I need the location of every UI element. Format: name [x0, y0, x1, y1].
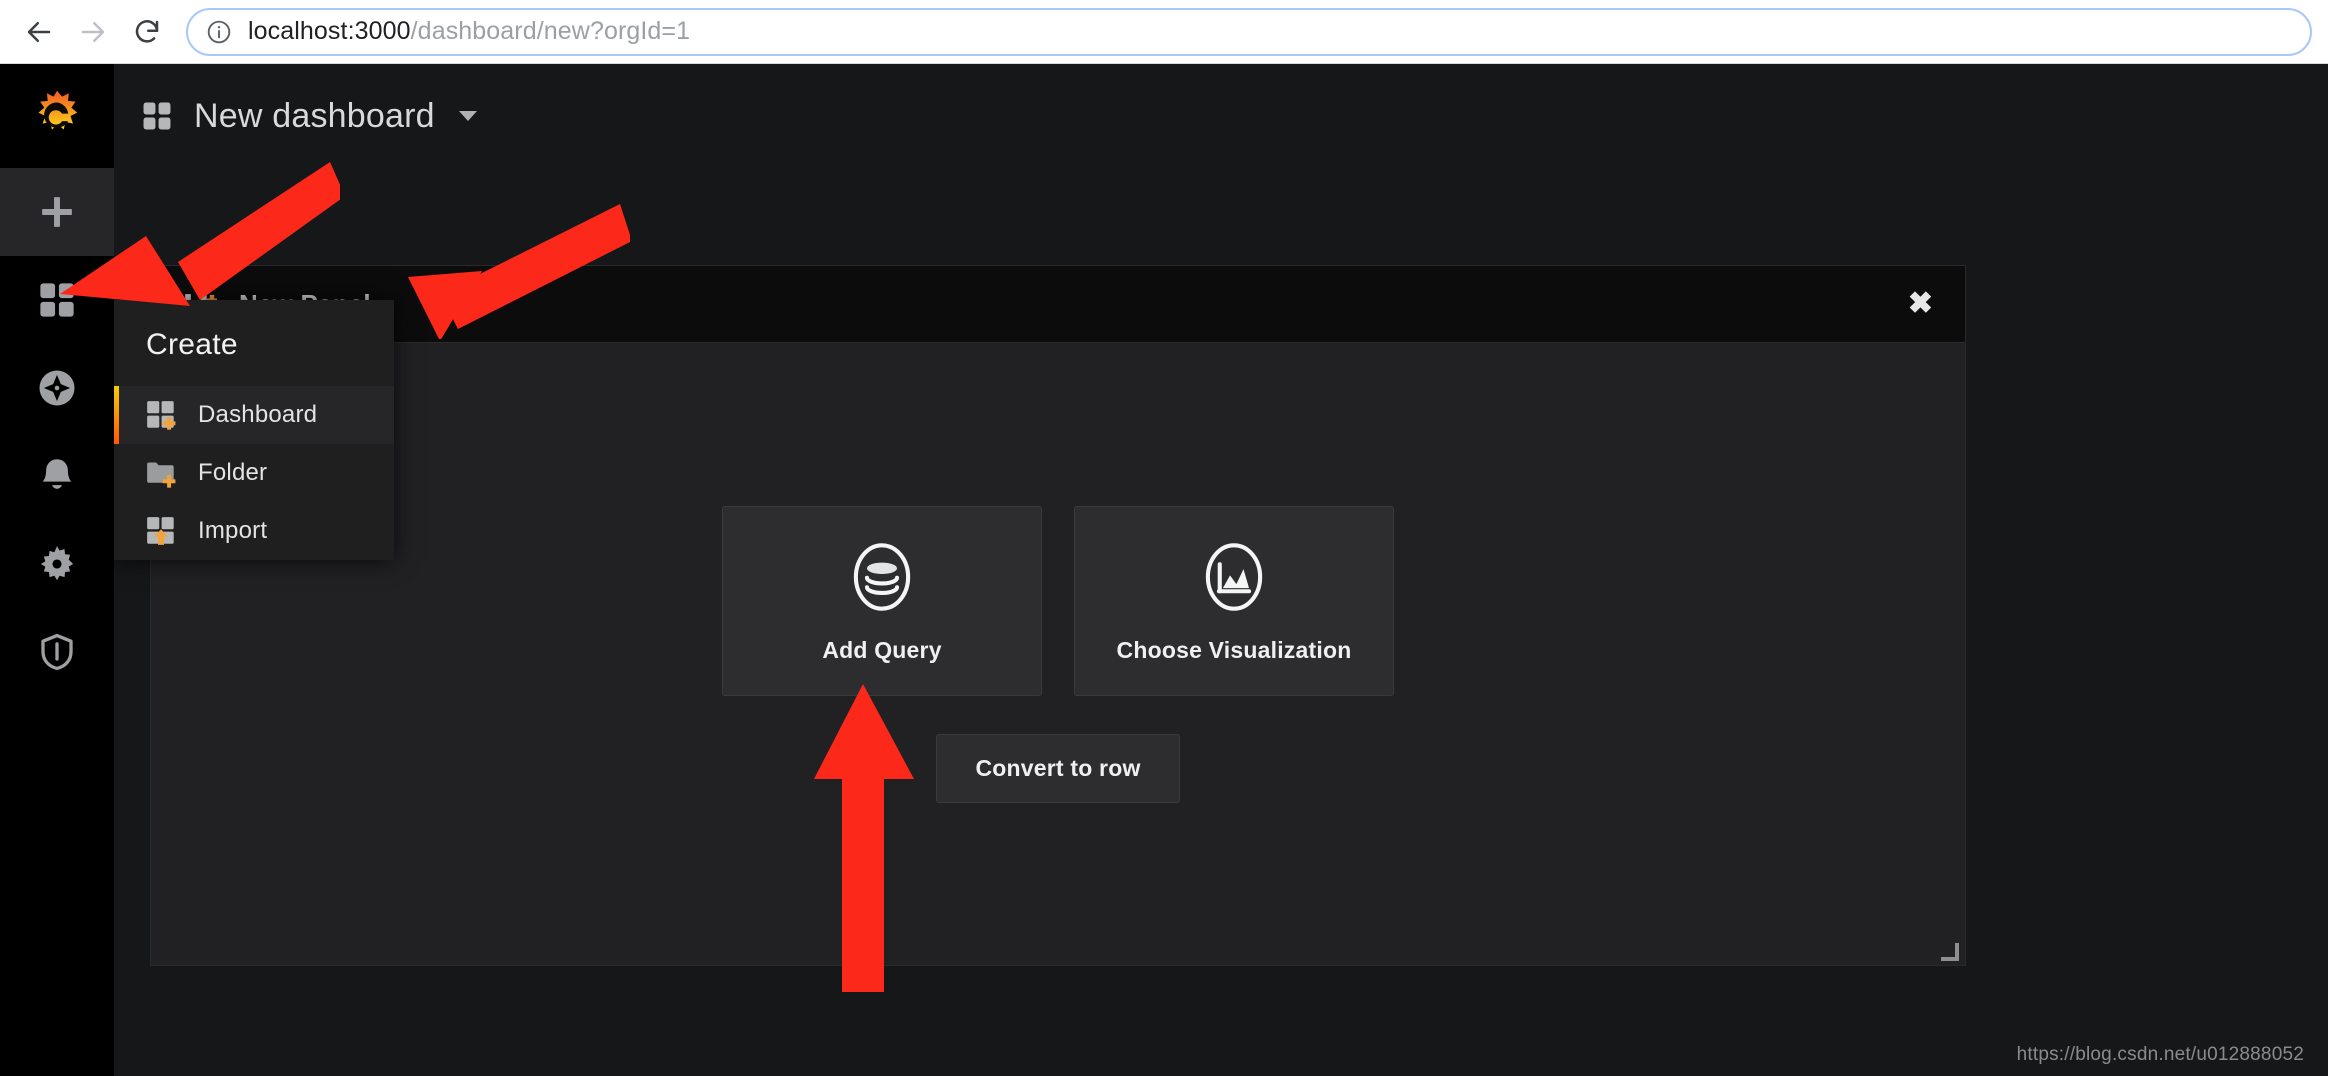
- create-menu-heading: Create: [146, 328, 238, 361]
- graph-picture-icon: [1196, 539, 1272, 615]
- gear-icon: [40, 546, 74, 581]
- folder-add-icon: [146, 458, 176, 488]
- choose-visualization-label: Choose Visualization: [1116, 636, 1352, 663]
- browser-forward-button[interactable]: [66, 5, 120, 59]
- plus-icon: [42, 197, 72, 227]
- url-text: localhost:3000/dashboard/new?orgId=1: [248, 17, 690, 46]
- sidebar-item-configuration[interactable]: [0, 520, 114, 608]
- info-circle-icon[interactable]: [206, 19, 232, 45]
- address-bar[interactable]: localhost:3000/dashboard/new?orgId=1: [186, 7, 2312, 56]
- page-title: New dashboard: [194, 96, 435, 135]
- dashboard-title-button[interactable]: New dashboard: [140, 97, 477, 136]
- close-icon[interactable]: ✖: [1908, 289, 1933, 319]
- panel-header[interactable]: New Panel ✖: [151, 266, 1965, 343]
- sidebar-item-explore[interactable]: [0, 344, 114, 432]
- create-menu-item-dashboard-label: Dashboard: [198, 401, 318, 428]
- reload-icon: [135, 19, 159, 43]
- create-menu-item-import-label: Import: [198, 517, 268, 544]
- create-menu: Create Dashboard Folder Import: [114, 300, 394, 560]
- arrow-left-icon: [27, 21, 51, 42]
- database-icon: [844, 539, 920, 615]
- arrow-right-icon: [81, 21, 105, 42]
- new-panel: New Panel ✖ Add Query: [150, 265, 1966, 966]
- browser-back-button[interactable]: [12, 5, 66, 59]
- create-menu-item-folder[interactable]: Folder: [114, 444, 394, 502]
- grafana-logo[interactable]: [0, 64, 114, 168]
- chevron-down-icon[interactable]: [458, 111, 477, 121]
- dashboard-add-icon: [146, 400, 176, 430]
- sidebar: [0, 64, 114, 1076]
- sidebar-item-create[interactable]: [0, 168, 114, 256]
- watermark-text: https://blog.csdn.net/u012888052: [2016, 1044, 2304, 1065]
- convert-to-row-button[interactable]: Convert to row: [936, 734, 1180, 803]
- import-icon: [146, 516, 176, 546]
- panel-resize-handle[interactable]: [1941, 943, 1959, 961]
- shield-icon: [41, 633, 73, 671]
- grafana-app: New dashboard New Panel ✖: [0, 64, 2328, 1076]
- browser-reload-button[interactable]: [120, 5, 174, 59]
- compass-icon: [39, 370, 75, 406]
- apps-grid-icon: [143, 102, 171, 130]
- panel-cta-row: Add Query Choose Visualization: [722, 506, 1394, 696]
- create-menu-item-import[interactable]: Import: [114, 502, 394, 560]
- dashboard-header: New dashboard: [114, 64, 2328, 168]
- apps-grid-icon: [40, 283, 74, 317]
- url-path: /dashboard/new?orgId=1: [410, 17, 691, 45]
- bell-icon: [42, 459, 72, 489]
- create-menu-item-folder-label: Folder: [198, 459, 268, 486]
- choose-visualization-button[interactable]: Choose Visualization: [1074, 506, 1394, 696]
- url-host: localhost:3000: [248, 17, 411, 45]
- sidebar-item-alerting[interactable]: [0, 432, 114, 520]
- sidebar-item-dashboards[interactable]: [0, 256, 114, 344]
- browser-toolbar: localhost:3000/dashboard/new?orgId=1: [0, 0, 2328, 64]
- sidebar-item-server-admin[interactable]: [0, 608, 114, 696]
- create-menu-item-dashboard[interactable]: Dashboard: [114, 386, 394, 444]
- add-query-button[interactable]: Add Query: [722, 506, 1042, 696]
- add-query-label: Add Query: [822, 636, 942, 663]
- grafana-logo-icon: [38, 90, 78, 130]
- panel-body: Add Query Choose Visualization Convert t: [151, 343, 1965, 966]
